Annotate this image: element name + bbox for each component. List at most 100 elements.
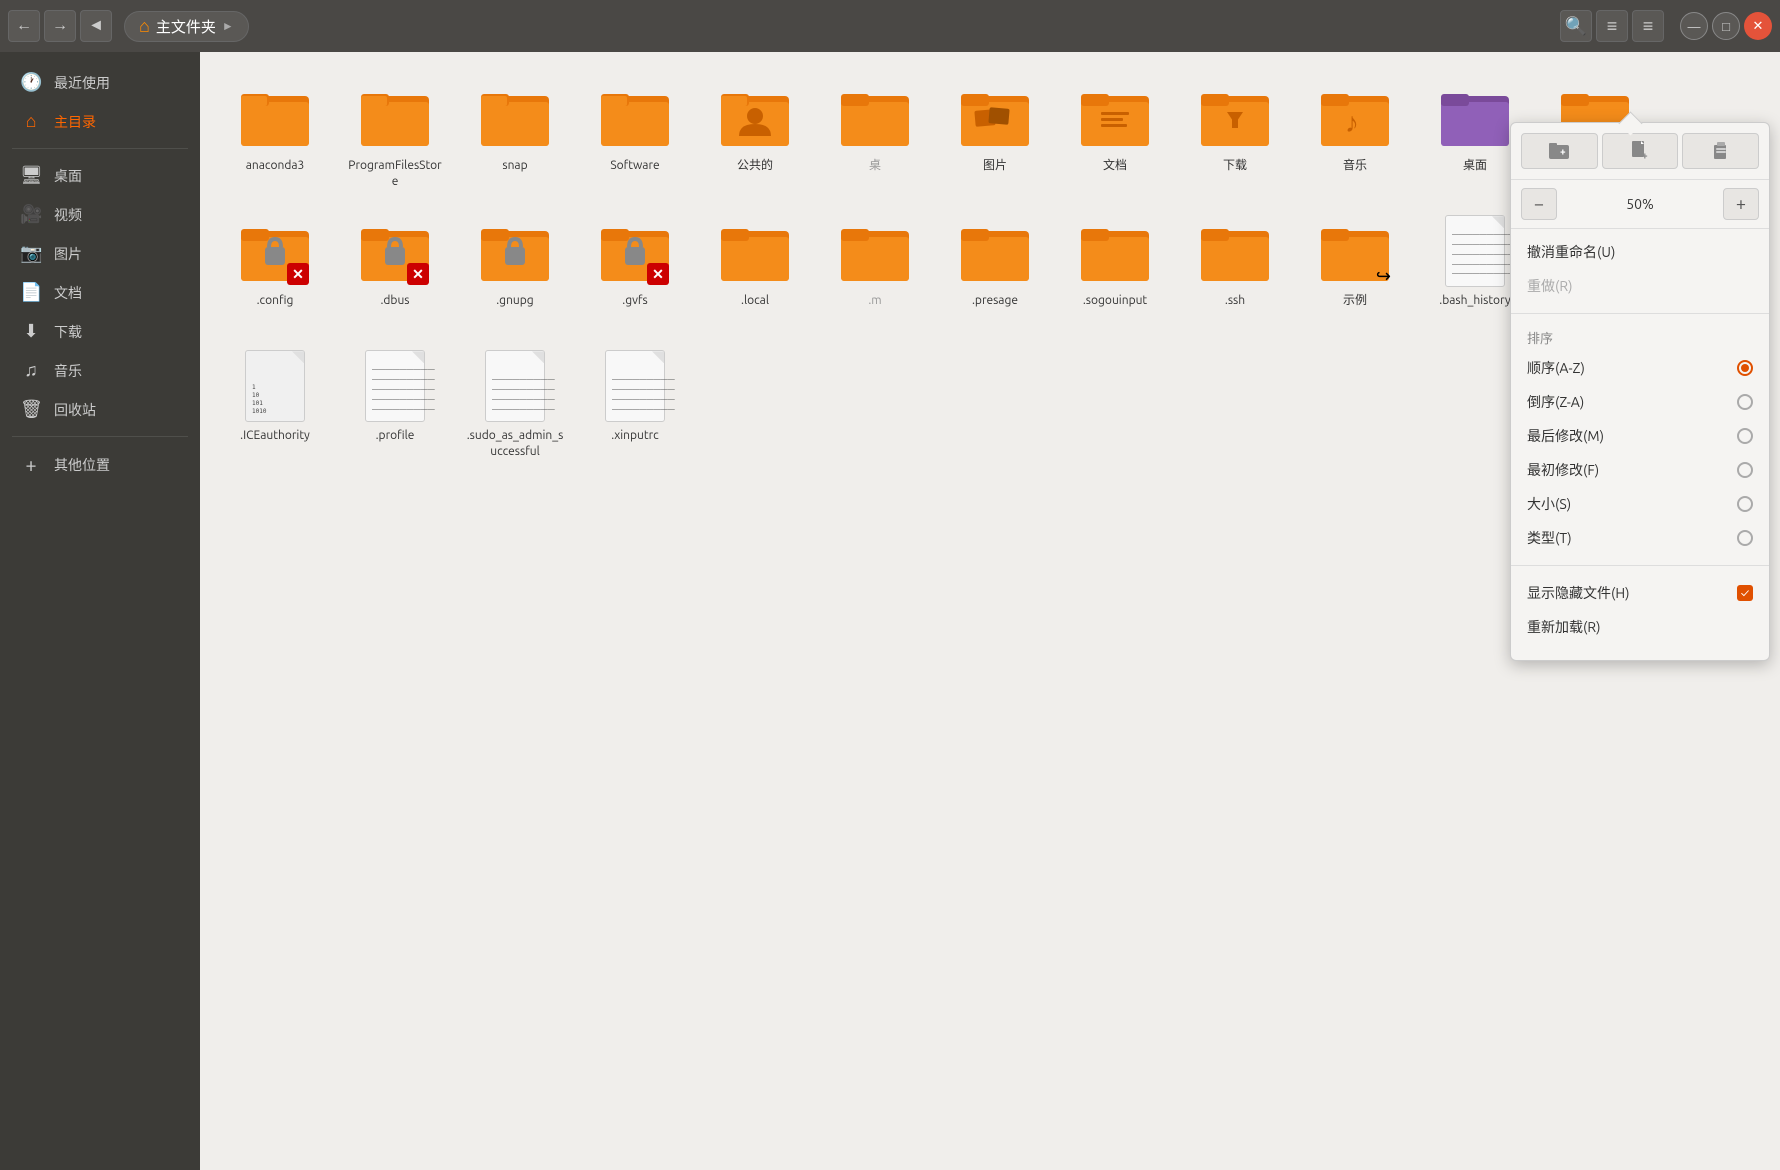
show-hidden-item[interactable]: 显示隐藏文件(H) ✓ [1511, 576, 1769, 610]
file-label-partial1: 桌 [869, 158, 881, 174]
folder-icon-snap [479, 80, 551, 152]
file-label-sogou: .sogouinput [1083, 293, 1147, 309]
paste-button[interactable] [1682, 133, 1759, 169]
maximize-button[interactable]: □ [1712, 12, 1740, 40]
sort-za-item[interactable]: 倒序(Z-A) [1511, 385, 1769, 419]
file-item-dbus[interactable]: ✕ .dbus [340, 207, 450, 332]
docs-icon: 📄 [20, 282, 42, 303]
file-item-download[interactable]: 下载 [1180, 72, 1290, 197]
file-item-sogou[interactable]: .sogouinput [1060, 207, 1170, 332]
svg-text:+: + [1560, 146, 1566, 157]
folder-icon-example: ↪ [1319, 215, 1391, 287]
file-item-gnupg[interactable]: .gnupg [460, 207, 570, 332]
redo-item: 重做(R) [1511, 269, 1769, 303]
file-item-photos[interactable]: 图片 [940, 72, 1050, 197]
sidebar-divider-2 [12, 436, 188, 437]
sidebar-divider-1 [12, 148, 188, 149]
file-item-ssh[interactable]: .ssh [1180, 207, 1290, 332]
search-button[interactable]: 🔍 [1560, 10, 1592, 42]
svg-text:♪: ♪ [1345, 107, 1359, 138]
file-item-iceauthority[interactable]: 1 10 101 1010 .ICEauthority [220, 342, 330, 467]
zoom-minus-button[interactable]: − [1521, 188, 1557, 220]
file-item-sudo[interactable]: ————————— ————————— ————————— ————————— … [460, 342, 570, 467]
file-item-config[interactable]: ✕ .config [220, 207, 330, 332]
file-item-snap[interactable]: snap [460, 72, 570, 197]
file-item-public[interactable]: 公共的 [700, 72, 810, 197]
file-icon-profile: ————————— ————————— ————————— ————————— … [359, 350, 431, 422]
close-button[interactable]: ✕ [1744, 12, 1772, 40]
folder-icon-ssh [1199, 215, 1271, 287]
file-label-xinputrc: .xinputrc [611, 428, 659, 444]
folder-icon-programfiles [359, 80, 431, 152]
sidebar-label-trash: 回收站 [54, 400, 96, 420]
photo-icon: 📷 [20, 243, 42, 264]
home-sidebar-icon: ⌂ [20, 111, 42, 132]
file-item-example[interactable]: ↪ 示例 [1300, 207, 1410, 332]
folder-icon-partial1 [839, 80, 911, 152]
file-label-public: 公共的 [737, 158, 773, 174]
folder-icon-anaconda3 [239, 80, 311, 152]
up-button[interactable]: ◄ [80, 10, 112, 42]
location-bar[interactable]: ⌂ 主文件夹 ► [124, 11, 249, 42]
forward-button[interactable]: → [44, 10, 76, 42]
sort-size-item[interactable]: 大小(S) [1511, 487, 1769, 521]
redo-label: 重做(R) [1527, 276, 1573, 296]
file-item-partial3[interactable]: .m [820, 207, 930, 332]
music-icon: ♫ [20, 360, 42, 381]
show-hidden-checkbox[interactable]: ✓ [1737, 585, 1753, 601]
file-item-xinputrc[interactable]: ————————— ————————— ————————— ————————— … [580, 342, 690, 467]
sort-modified-label: 最后修改(M) [1527, 426, 1604, 446]
sort-az-item[interactable]: 顺序(A-Z) [1511, 351, 1769, 385]
folder-icon-gnupg [479, 215, 551, 287]
folder-icon-gvfs: ✕ [599, 215, 671, 287]
sidebar-item-home[interactable]: ⌂ 主目录 [4, 103, 196, 140]
sort-modified-item[interactable]: 最后修改(M) [1511, 419, 1769, 453]
video-icon: 🎥 [20, 204, 42, 225]
zoom-plus-button[interactable]: + [1723, 188, 1759, 220]
sidebar-item-docs[interactable]: 📄 文档 [4, 274, 196, 311]
location-text: 主文件夹 [156, 16, 216, 37]
file-icon-xinputrc: ————————— ————————— ————————— ————————— [599, 350, 671, 422]
file-item-software[interactable]: Software [580, 72, 690, 197]
show-hidden-label: 显示隐藏文件(H) [1527, 583, 1630, 603]
file-label-download: 下载 [1223, 158, 1247, 174]
zoom-plus-icon: + [1736, 194, 1746, 214]
sidebar-item-music[interactable]: ♫ 音乐 [4, 352, 196, 389]
file-item-profile[interactable]: ————————— ————————— ————————— ————————— … [340, 342, 450, 467]
zoom-minus-icon: − [1534, 194, 1544, 214]
sort-type-item[interactable]: 类型(T) [1511, 521, 1769, 555]
file-item-programfiles[interactable]: ProgramFilesStore [340, 72, 450, 197]
file-item-presage[interactable]: .presage [940, 207, 1050, 332]
sort-created-item[interactable]: 最初修改(F) [1511, 453, 1769, 487]
file-item-partial1[interactable]: 桌 [820, 72, 930, 197]
undo-rename-item[interactable]: 撤消重命名(U) [1511, 235, 1769, 269]
reload-item[interactable]: 重新加载(R) [1511, 610, 1769, 644]
file-item-gvfs[interactable]: ✕ .gvfs [580, 207, 690, 332]
sidebar-item-photo[interactable]: 📷 图片 [4, 235, 196, 272]
context-menu-zoom-row: − 50% + [1511, 180, 1769, 229]
file-item-docs[interactable]: 文档 [1060, 72, 1170, 197]
file-label-ssh: .ssh [1225, 293, 1245, 309]
sidebar-label-music: 音乐 [54, 361, 82, 381]
folder-icon-download [1199, 80, 1271, 152]
sidebar-item-recent[interactable]: 🕐 最近使用 [4, 64, 196, 101]
file-item-local[interactable]: .local [700, 207, 810, 332]
sidebar-item-desktop[interactable]: 🖥 桌面 [4, 157, 196, 194]
file-item-music[interactable]: ♪ 音乐 [1300, 72, 1410, 197]
new-folder-button[interactable]: + [1521, 133, 1598, 169]
sidebar-item-trash[interactable]: 🗑 回收站 [4, 391, 196, 428]
back-button[interactable]: ← [8, 10, 40, 42]
view-toggle-button[interactable]: ≡ [1596, 10, 1628, 42]
file-item-anaconda3[interactable]: anaconda3 [220, 72, 330, 197]
sort-created-radio [1737, 462, 1753, 478]
sidebar-label-home: 主目录 [54, 112, 96, 132]
sidebar-item-video[interactable]: 🎥 视频 [4, 196, 196, 233]
file-icon-sudo: ————————— ————————— ————————— ————————— [479, 350, 551, 422]
location-forward-icon: ► [222, 19, 234, 33]
menu-button[interactable]: ≡ [1632, 10, 1664, 42]
home-icon: ⌂ [139, 16, 150, 37]
minimize-button[interactable]: — [1680, 12, 1708, 40]
sidebar-item-download[interactable]: ⬇ 下载 [4, 313, 196, 350]
new-doc-button[interactable]: + [1602, 133, 1679, 169]
sidebar-item-other[interactable]: + 其他位置 [4, 445, 196, 484]
